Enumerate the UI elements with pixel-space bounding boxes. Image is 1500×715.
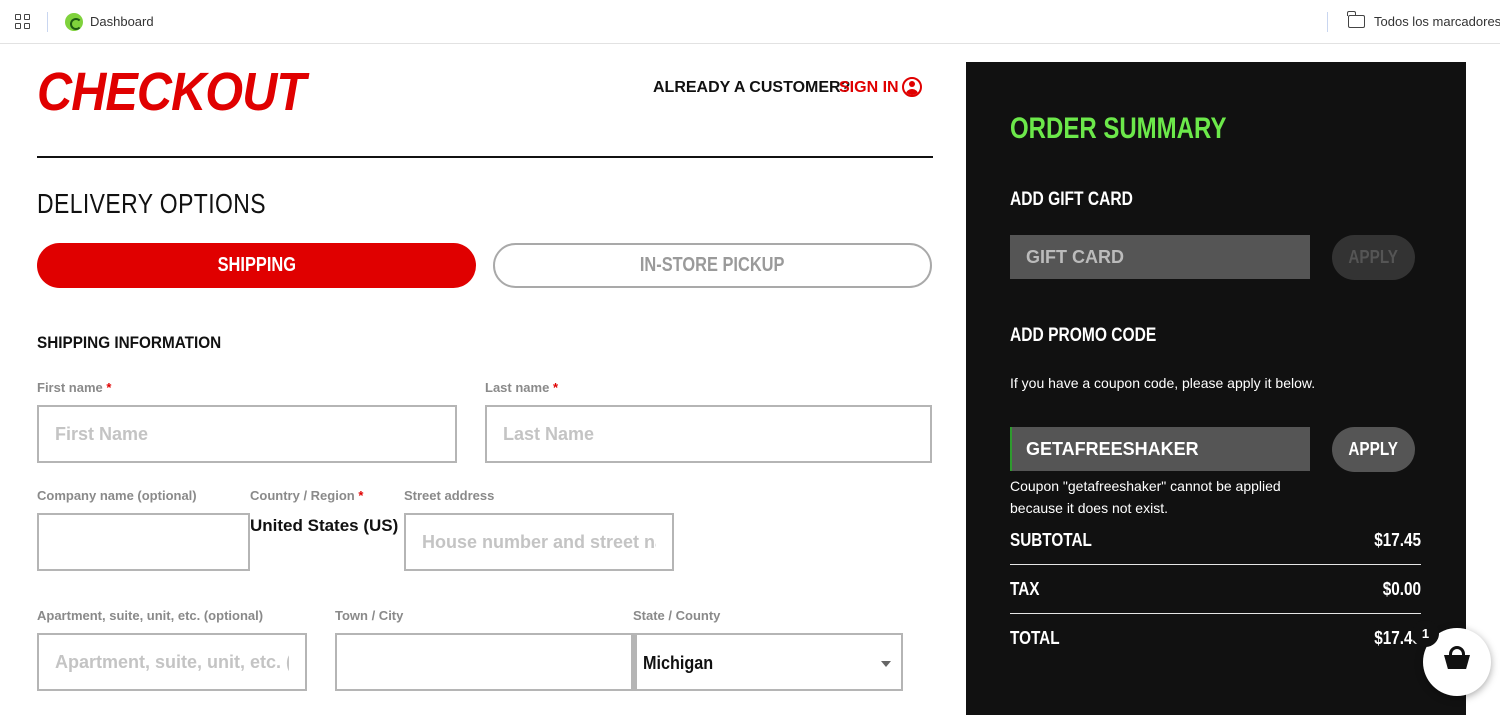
folder-icon[interactable] (1347, 11, 1365, 28)
street-address-label: Street address (404, 488, 495, 503)
already-customer-text: ALREADY A CUSTOMER? (653, 79, 851, 96)
last-name-input[interactable] (485, 405, 932, 463)
apartment-label: Apartment, suite, unit, etc. (optional) (37, 608, 264, 623)
town-city-label: Town / City (335, 608, 404, 623)
order-summary-title: ORDER SUMMARY (1010, 112, 1227, 145)
delivery-options-heading: DELIVERY OPTIONS (37, 188, 267, 219)
promo-code-note: If you have a coupon code, please apply … (1010, 375, 1316, 391)
first-name-input[interactable] (37, 405, 457, 463)
bookmark-separator (1327, 12, 1328, 32)
tax-row: TAX $0.00 (1010, 579, 1421, 599)
last-name-label: Last name * (485, 380, 558, 395)
first-name-label: First name * (37, 380, 112, 395)
country-region-label: Country / Region * (250, 488, 364, 503)
dashboard-favicon-icon[interactable] (65, 13, 83, 31)
in-store-pickup-label: IN-STORE PICKUP (640, 254, 785, 276)
street-address-input[interactable] (404, 513, 674, 571)
header-divider (37, 156, 933, 158)
town-city-input[interactable] (335, 633, 633, 691)
tax-label: TAX (1010, 579, 1040, 599)
apartment-input[interactable] (37, 633, 307, 691)
apply-gift-card-button[interactable]: APPLY (1332, 235, 1415, 280)
subtotal-row: SUBTOTAL $17.45 (1010, 530, 1421, 550)
bookmark-separator (47, 12, 48, 32)
shipping-information-heading: SHIPPING INFORMATION (37, 333, 222, 352)
company-name-label: Company name (optional) (37, 488, 197, 503)
total-row: TOTAL $17.45 (1010, 628, 1421, 648)
apply-promo-code-label: APPLY (1348, 439, 1399, 459)
summary-divider (1010, 613, 1421, 614)
apply-gift-card-label: APPLY (1348, 247, 1399, 267)
all-bookmarks-link[interactable]: Todos los marcadores (1374, 14, 1500, 29)
promo-error-message: Coupon "getafreeshaker" cannot be applie… (1010, 478, 1281, 516)
user-icon[interactable] (902, 77, 922, 97)
page-title: CHECKOUT (37, 62, 306, 122)
cart-count-badge: 1 (1412, 620, 1439, 647)
promo-code-input[interactable] (1010, 427, 1310, 471)
tax-value: $0.00 (1382, 579, 1421, 599)
shipping-option-button[interactable]: SHIPPING (37, 243, 476, 288)
bookmark-dashboard[interactable]: Dashboard (90, 14, 154, 29)
subtotal-label: SUBTOTAL (1010, 530, 1092, 550)
caret-down-icon (881, 661, 891, 667)
gift-card-input[interactable] (1010, 235, 1310, 279)
basket-icon (1444, 646, 1470, 669)
add-promo-code-heading: ADD PROMO CODE (1010, 325, 1157, 346)
country-region-value: United States (US) (250, 516, 399, 535)
state-county-label: State / County (633, 608, 721, 623)
total-label: TOTAL (1010, 628, 1060, 648)
sign-in-link[interactable]: SIGN IN (839, 79, 899, 97)
state-county-select[interactable]: Michigan (633, 633, 903, 691)
add-gift-card-heading: ADD GIFT CARD (1010, 189, 1133, 210)
order-summary-panel: ORDER SUMMARY ADD GIFT CARD APPLY ADD PR… (966, 62, 1466, 715)
subtotal-value: $17.45 (1374, 530, 1421, 550)
summary-divider (1010, 564, 1421, 565)
shipping-option-label: SHIPPING (217, 254, 296, 276)
apply-promo-code-button[interactable]: APPLY (1332, 427, 1415, 472)
apps-grid-icon[interactable] (15, 14, 31, 30)
in-store-pickup-button[interactable]: IN-STORE PICKUP (493, 243, 932, 288)
bookmarks-bar: Dashboard Todos los marcadores (0, 0, 1500, 44)
company-name-input[interactable] (37, 513, 250, 571)
state-county-value: Michigan (643, 653, 714, 673)
